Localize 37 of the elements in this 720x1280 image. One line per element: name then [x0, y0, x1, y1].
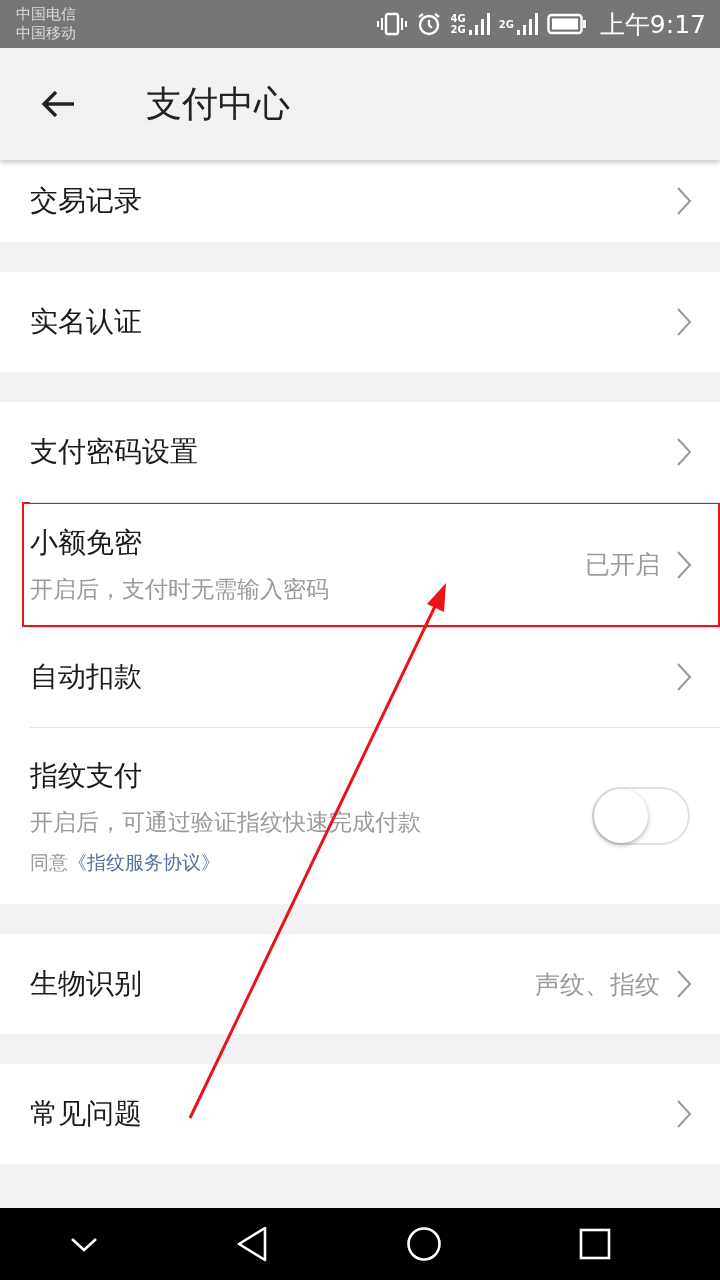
- item-title: 指纹支付: [30, 758, 143, 794]
- chevron-icon: [676, 662, 692, 692]
- recents-icon[interactable]: [579, 1228, 612, 1260]
- vibrate-icon: [376, 11, 407, 37]
- page-title: 支付中心: [146, 81, 290, 126]
- item-title: 支付密码设置: [30, 434, 199, 470]
- signal-icon: [515, 12, 538, 36]
- item-description: 开启后，支付时无需输入密码: [30, 575, 330, 604]
- clock-time: 上午9:17: [599, 8, 706, 41]
- back-icon[interactable]: [40, 89, 76, 119]
- agreement-link[interactable]: 《指纹服务协议》: [68, 850, 220, 876]
- toggle-switch[interactable]: [592, 786, 690, 845]
- item-title: 自动扣款: [30, 659, 143, 695]
- item-value: 已开启: [585, 549, 660, 581]
- signal-icon: [467, 12, 490, 36]
- battery-icon: [546, 13, 587, 35]
- chevron-icon: [676, 1099, 692, 1129]
- back-icon[interactable]: [236, 1226, 269, 1262]
- chevron-icon: [676, 186, 692, 216]
- chevron-icon: [676, 969, 692, 999]
- carrier-name: 中国电信: [16, 5, 76, 24]
- item-title: 生物识别: [30, 966, 143, 1002]
- chevron-icon: [676, 307, 692, 337]
- item-title: 小额免密: [30, 525, 143, 561]
- chevron-icon: [676, 437, 692, 467]
- item-title: 常见问题: [30, 1096, 143, 1132]
- item-title: 交易记录: [30, 183, 143, 219]
- network-label: 2G: [498, 18, 514, 30]
- item-title: 实名认证: [30, 304, 143, 340]
- menu-item[interactable]: 小额免密 开启后，支付时无需输入密码 已开启: [22, 502, 720, 627]
- home-icon[interactable]: [405, 1226, 442, 1262]
- agreement-text: 同意: [30, 850, 68, 875]
- network-label: 2G: [450, 24, 466, 35]
- carrier-name: 中国移动: [16, 24, 76, 43]
- network-label: 4G: [450, 13, 466, 24]
- chevron-icon: [676, 549, 692, 580]
- item-value: 声纹、指纹: [535, 968, 660, 1001]
